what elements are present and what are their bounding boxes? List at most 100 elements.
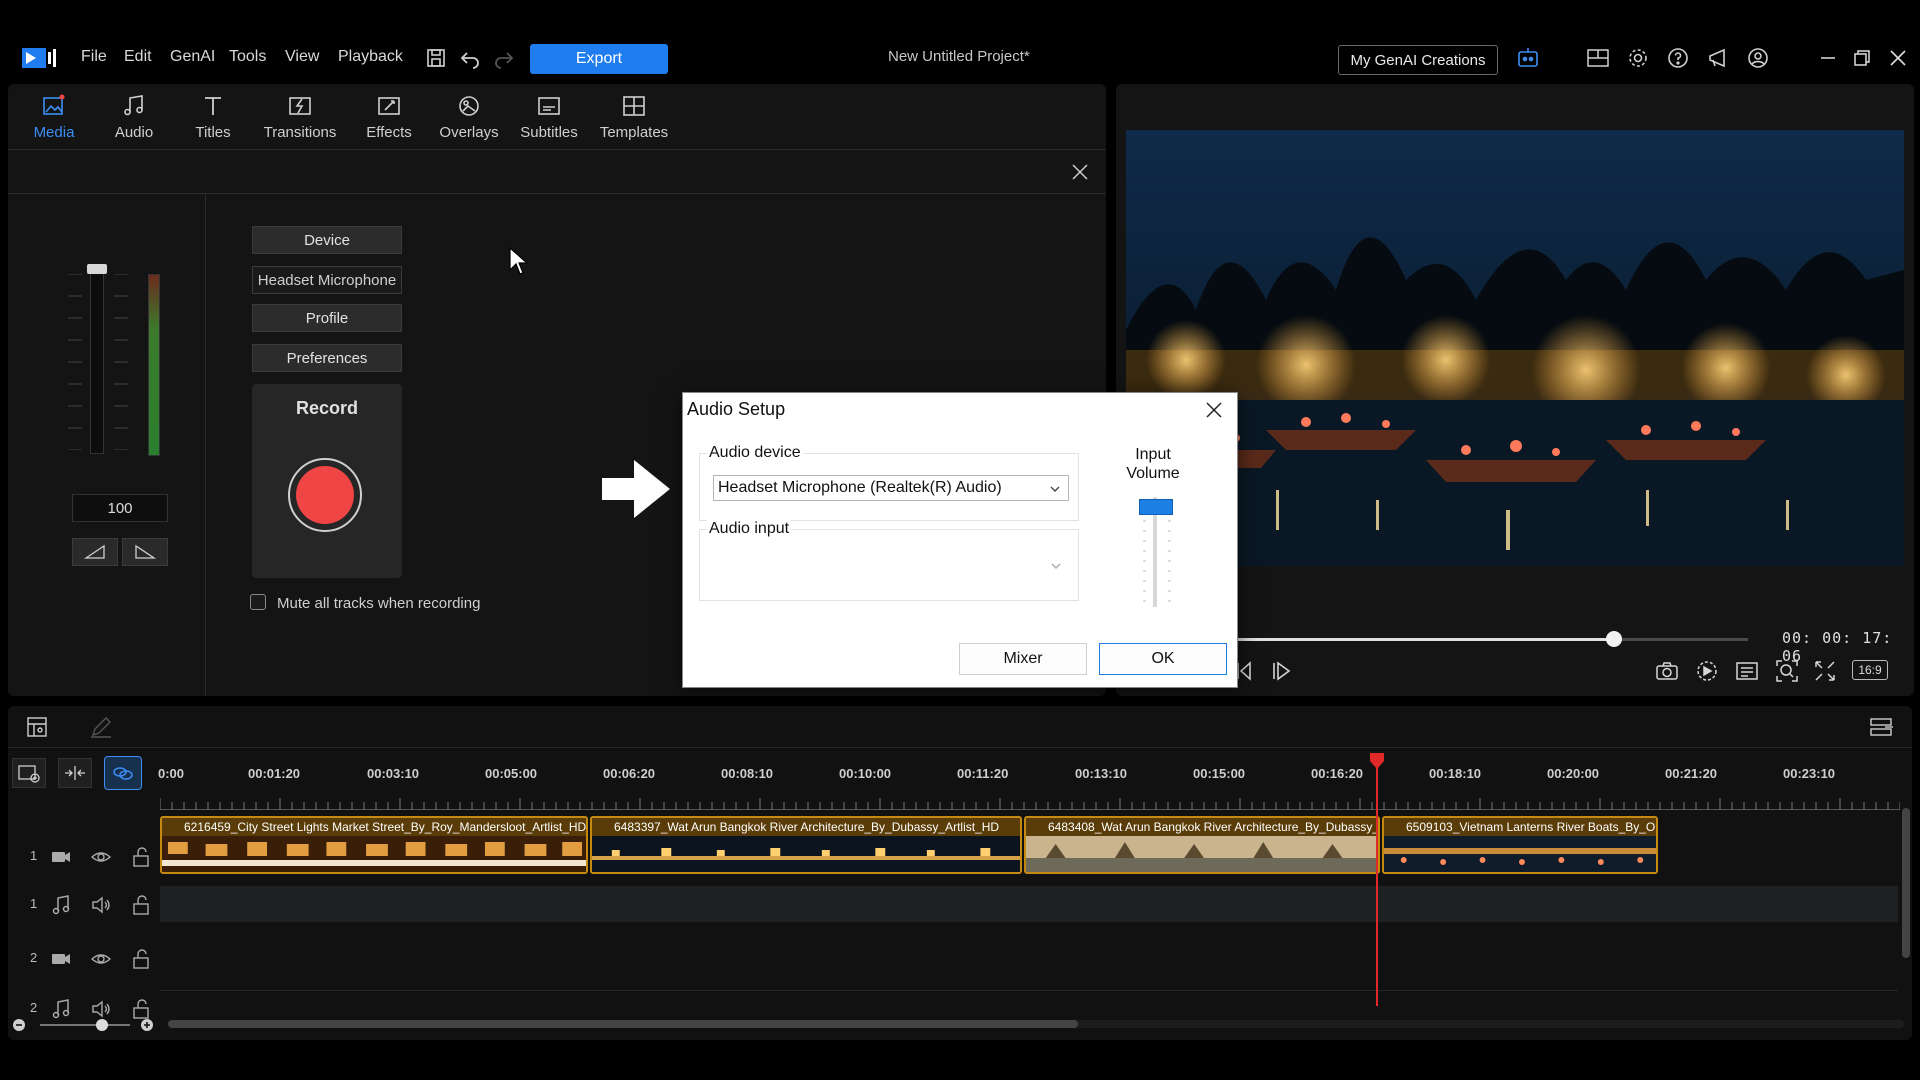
tab-transitions[interactable]: Transitions <box>262 92 338 148</box>
video-clip[interactable]: 6509103_Vietnam Lanterns River Boats_By_… <box>1382 816 1658 874</box>
close-panel-icon[interactable] <box>1070 162 1090 182</box>
undo-icon[interactable] <box>458 46 482 70</box>
zoom-out-icon[interactable] <box>12 1018 26 1032</box>
timeline-horizontal-scroll-thumb[interactable] <box>168 1020 1078 1028</box>
ai-assistant-icon[interactable] <box>1516 46 1540 70</box>
snapshot-camera-icon[interactable] <box>1654 658 1680 684</box>
account-icon[interactable] <box>1746 46 1770 70</box>
record-button[interactable] <box>288 458 362 532</box>
redo-icon[interactable] <box>492 46 516 70</box>
clip-thumbnail-strip <box>592 836 1020 872</box>
tab-effects[interactable]: Effects <box>351 92 427 148</box>
tab-overlays[interactable]: Overlays <box>431 92 507 148</box>
eye-visibility-icon[interactable] <box>90 846 112 868</box>
headset-microphone-field[interactable]: Headset Microphone <box>252 266 402 294</box>
arrow-right-icon <box>602 460 670 518</box>
video-camera-icon <box>52 852 70 862</box>
lock-open-icon[interactable] <box>130 948 152 970</box>
mute-all-tracks-checkbox[interactable] <box>250 594 266 610</box>
timeline-ruler[interactable]: 0:00 00:01:20 00:03:10 00:05:00 00:06:20… <box>158 754 1900 814</box>
tab-subtitles[interactable]: Subtitles <box>511 92 587 148</box>
ruler-label: 00:15:00 <box>1193 766 1246 781</box>
ruler-label: 00:16:20 <box>1311 766 1364 781</box>
tab-audio[interactable]: Audio <box>96 92 172 148</box>
volume-fader-thumb[interactable] <box>87 264 107 274</box>
tab-overlays-label: Overlays <box>439 124 499 141</box>
fullscreen-icon[interactable] <box>1812 658 1838 684</box>
lock-open-icon[interactable] <box>130 846 152 868</box>
fade-out-button[interactable] <box>122 538 168 566</box>
storyboard-toggle-button[interactable] <box>20 712 54 742</box>
tab-effects-label: Effects <box>366 124 412 141</box>
video-preview[interactable] <box>1126 130 1904 566</box>
ok-button[interactable]: OK <box>1099 643 1227 675</box>
my-genai-creations-button[interactable]: My GenAI Creations <box>1338 45 1498 75</box>
dialog-close-icon[interactable] <box>1203 399 1225 421</box>
menu-edit[interactable]: Edit <box>124 48 152 66</box>
tab-titles[interactable]: Titles <box>175 92 251 148</box>
save-icon[interactable] <box>424 46 448 70</box>
menu-view[interactable]: View <box>285 48 319 66</box>
minimize-icon[interactable] <box>1816 46 1840 70</box>
tab-media[interactable]: Media <box>16 92 92 148</box>
ruler-ticks <box>160 798 1900 810</box>
video-clip[interactable]: 6483397_Wat Arun Bangkok River Architect… <box>590 816 1022 874</box>
fade-in-button[interactable] <box>72 538 118 566</box>
device-button[interactable]: Device <box>252 226 402 254</box>
preferences-button[interactable]: Preferences <box>252 344 402 372</box>
subtitle-toggle-icon[interactable] <box>1734 658 1760 684</box>
audio-input-dropdown[interactable] <box>713 553 1069 579</box>
video-track-1-row[interactable]: 6216459_City Street Lights Market Street… <box>160 816 1898 878</box>
timeline-settings-button[interactable] <box>1864 712 1898 742</box>
play-icon[interactable] <box>1268 658 1294 684</box>
layout-icon[interactable] <box>1586 46 1610 70</box>
export-button[interactable]: Export <box>530 44 668 74</box>
audio-device-label: Audio device <box>707 444 803 462</box>
profile-button[interactable]: Profile <box>252 304 402 332</box>
zoom-in-icon[interactable] <box>140 1018 154 1032</box>
magnetic-snap-button[interactable] <box>104 756 142 790</box>
audio-track-1-row[interactable] <box>160 886 1898 922</box>
announcement-icon[interactable] <box>1706 46 1730 70</box>
record-dot-icon <box>296 466 354 524</box>
video-clip[interactable]: 6216459_City Street Lights Market Street… <box>160 816 588 874</box>
eye-visibility-icon[interactable] <box>90 948 112 970</box>
tab-templates[interactable]: Templates <box>596 92 672 148</box>
subtitles-icon <box>538 97 560 115</box>
zoom-preview-icon[interactable] <box>1774 658 1800 684</box>
settings-gear-icon[interactable] <box>1626 46 1650 70</box>
audio-input-label: Audio input <box>707 520 792 538</box>
ruler-label: 00:05:00 <box>485 766 538 781</box>
zoom-slider-track[interactable] <box>40 1024 130 1026</box>
menu-genai[interactable]: GenAI <box>170 48 215 66</box>
fit-to-window-icon <box>65 766 85 780</box>
speaker-icon[interactable] <box>90 894 112 916</box>
video-track-2-row[interactable] <box>160 932 1898 990</box>
lock-open-icon[interactable] <box>130 894 152 916</box>
playhead-handle-icon[interactable] <box>1369 752 1385 770</box>
restore-icon[interactable] <box>1850 46 1874 70</box>
ruler-label: 00:01:20 <box>248 766 301 781</box>
mixer-button[interactable]: Mixer <box>959 643 1087 675</box>
menu-playback[interactable]: Playback <box>338 48 403 66</box>
preview-progress-knob[interactable] <box>1605 631 1622 647</box>
aspect-ratio-button[interactable]: 16:9 <box>1852 660 1888 680</box>
input-volume-thumb[interactable] <box>1139 499 1173 515</box>
tab-transitions-label: Transitions <box>263 124 337 141</box>
video-clip[interactable]: 6483408_Wat Arun Bangkok River Architect… <box>1024 816 1380 874</box>
mouse-cursor-icon <box>509 246 529 275</box>
menu-file[interactable]: File <box>81 48 107 66</box>
volume-value-field[interactable]: 100 <box>72 494 168 522</box>
preview-mode-icon[interactable] <box>1694 658 1720 684</box>
zoom-slider-thumb[interactable] <box>96 1019 108 1031</box>
help-icon[interactable] <box>1666 46 1690 70</box>
timeline-vertical-scrollbar[interactable] <box>1902 808 1910 958</box>
edit-tool-button[interactable] <box>84 712 118 742</box>
ruler-label: 00:13:10 <box>1075 766 1128 781</box>
pen-icon <box>91 717 111 738</box>
menu-tools[interactable]: Tools <box>229 48 266 66</box>
add-track-button[interactable] <box>12 758 46 788</box>
audio-device-dropdown[interactable]: Headset Microphone (Realtek(R) Audio) <box>713 475 1069 501</box>
fit-timeline-button[interactable] <box>58 758 92 788</box>
close-window-icon[interactable] <box>1886 46 1910 70</box>
